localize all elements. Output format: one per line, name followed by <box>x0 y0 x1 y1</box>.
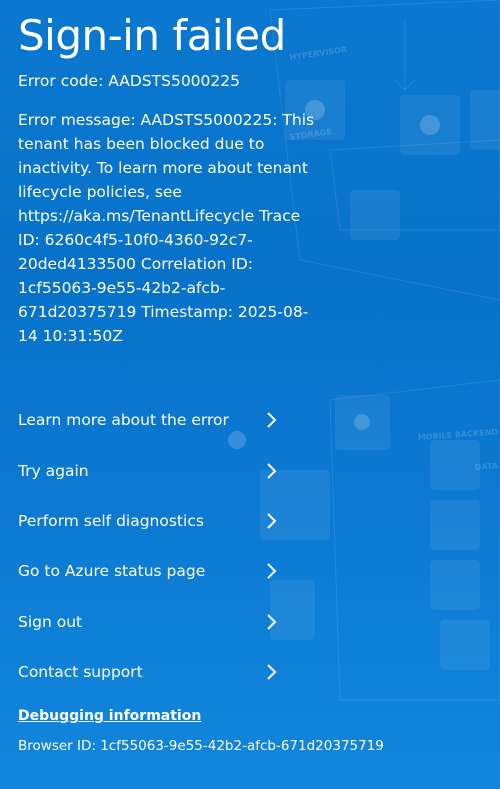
debugging-information-link[interactable]: Debugging information <box>18 708 201 724</box>
browser-id: Browser ID: 1cf55063-9e55-42b2-afcb-671d… <box>18 738 384 754</box>
contact-support-label: Contact support <box>18 663 143 682</box>
chevron-right-icon <box>267 513 277 529</box>
azure-status-label: Go to Azure status page <box>18 562 206 581</box>
chevron-right-icon <box>267 664 277 680</box>
background-label: DATA <box>475 461 500 472</box>
learn-more-link[interactable]: Learn more about the error <box>18 395 278 445</box>
action-links: Learn more about the error Try again Per… <box>18 395 278 697</box>
chevron-right-icon <box>267 563 277 580</box>
sign-out-label: Sign out <box>18 612 83 631</box>
self-diagnostics-link[interactable]: Perform self diagnostics <box>18 496 278 546</box>
background-label: MOBILE BACKEND <box>418 427 499 442</box>
azure-status-link[interactable]: Go to Azure status page <box>18 546 278 596</box>
chevron-right-icon <box>267 412 277 428</box>
contact-support-link[interactable]: Contact support <box>18 647 278 697</box>
chevron-right-icon <box>267 462 277 479</box>
sign-out-link[interactable]: Sign out <box>18 597 278 647</box>
error-code: Error code: AADSTS5000225 <box>18 72 240 90</box>
debugging-section: Debugging information Browser ID: 1cf550… <box>18 708 384 756</box>
try-again-label: Try again <box>18 461 89 480</box>
try-again-link[interactable]: Try again <box>18 445 278 495</box>
self-diagnostics-label: Perform self diagnostics <box>18 511 204 530</box>
page-title: Sign-in failed <box>18 11 286 60</box>
learn-more-label: Learn more about the error <box>18 411 229 430</box>
error-message: Error message: AADSTS5000225: This tenan… <box>18 111 315 345</box>
chevron-right-icon <box>267 614 277 630</box>
main-content: Sign-in failed Error code: AADSTS5000225… <box>0 0 356 348</box>
